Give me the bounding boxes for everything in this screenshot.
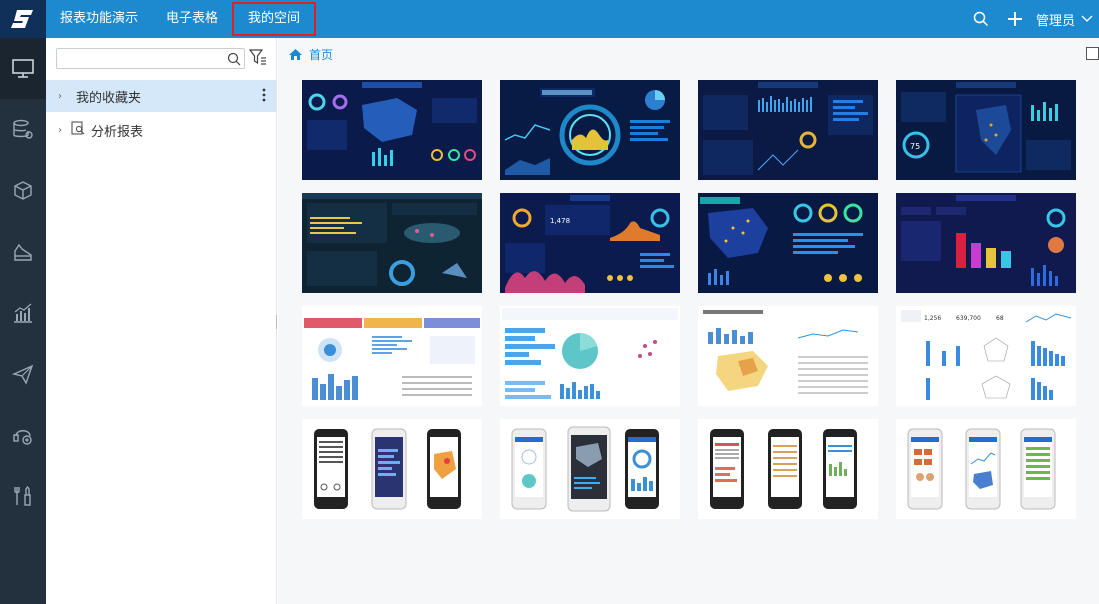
add-button[interactable] [998, 0, 1032, 38]
breadcrumb: 首页 [288, 46, 333, 63]
top-nav-bar: 报表功能演示 电子表格 我的空间 管理员 [0, 0, 1099, 38]
tree-item-favorites[interactable]: › 我的收藏夹 [46, 80, 276, 112]
sidebar-item-directory[interactable] [0, 38, 46, 99]
fullscreen-toggle[interactable] [1086, 47, 1099, 60]
mobile-preview-thumbnail[interactable] [500, 419, 680, 519]
directory-panel: › 我的收藏夹 › 分析报表 [46, 38, 277, 604]
tools-icon [14, 485, 31, 506]
user-name: 管理员 [1035, 13, 1075, 29]
search-button[interactable] [964, 0, 998, 38]
mobile-preview-thumbnail[interactable] [896, 419, 1076, 519]
desktop-icon [12, 58, 34, 78]
mobile-preview-thumbnail[interactable] [302, 419, 482, 519]
nav-report-demo[interactable]: 报表功能演示 [46, 0, 152, 38]
top-right-tools: 管理员 [964, 0, 1099, 38]
chevron-down-icon [1081, 15, 1093, 22]
more-vertical-icon[interactable] [262, 88, 266, 106]
plus-icon [1007, 12, 1022, 26]
dashboard-thumbnail[interactable] [698, 306, 878, 406]
tree-item-analysis-reports[interactable]: › 分析报表 [46, 114, 276, 146]
sidebar-item-dispatch[interactable] [0, 343, 46, 404]
dashboard-thumbnail[interactable] [302, 306, 482, 406]
sidebar-item-components[interactable] [0, 160, 46, 221]
tree-item-label: 我的收藏夹 [76, 90, 142, 106]
svg-text:75: 75 [910, 142, 920, 151]
svg-text:639,700: 639,700 [956, 315, 981, 322]
analysis-report-icon [71, 121, 85, 139]
sidebar-item-data[interactable] [0, 99, 46, 160]
home-icon[interactable] [288, 48, 303, 61]
dashboard-thumbnail[interactable] [698, 193, 878, 293]
send-icon [12, 364, 34, 385]
tree-item-label: 分析报表 [91, 124, 144, 140]
search-field[interactable] [56, 48, 245, 70]
user-support-icon [13, 429, 32, 445]
dashboard-thumbnail[interactable]: 75 [896, 80, 1076, 180]
svg-text:68: 68 [996, 315, 1004, 322]
sidebar-item-design[interactable] [0, 221, 46, 282]
dashboard-thumbnail[interactable]: 1,478 [500, 193, 680, 293]
search-input[interactable] [57, 50, 222, 70]
search-icon [973, 11, 989, 27]
chevron-right-icon[interactable]: › [58, 125, 68, 136]
main-nav: 报表功能演示 电子表格 我的空间 [46, 0, 317, 38]
ruler-icon [14, 243, 32, 261]
svg-text:1,256: 1,256 [924, 315, 941, 322]
sidebar-item-management[interactable] [0, 465, 46, 526]
user-menu[interactable]: 管理员 [1032, 10, 1099, 29]
dashboard-thumbnail[interactable]: 1,256 639,700 68 [896, 306, 1076, 406]
dashboard-thumbnail[interactable] [500, 80, 680, 180]
dashboard-thumbnail[interactable] [302, 80, 482, 180]
main-content: 首页 75 1,478 1,256 639,700 68 [278, 38, 1099, 604]
sidebar-item-users[interactable] [0, 404, 46, 465]
app-logo[interactable] [0, 0, 46, 38]
cubes-icon [14, 180, 32, 200]
chevron-right-icon[interactable]: › [58, 91, 68, 102]
dashboard-thumbnail[interactable] [302, 193, 482, 293]
bar-chart-icon [14, 303, 32, 323]
search-row [56, 48, 267, 70]
breadcrumb-home[interactable]: 首页 [309, 46, 333, 63]
nav-spreadsheet[interactable]: 电子表格 [152, 0, 232, 38]
left-icon-bar [0, 38, 46, 604]
mobile-preview-thumbnail[interactable] [698, 419, 878, 519]
filter-icon[interactable] [248, 48, 267, 69]
dashboard-thumbnail[interactable] [896, 193, 1076, 293]
logo-icon [11, 10, 33, 28]
database-settings-icon [13, 119, 33, 139]
search-small-icon[interactable] [227, 51, 241, 70]
sidebar-item-analysis[interactable] [0, 282, 46, 343]
svg-text:1,478: 1,478 [550, 217, 570, 225]
nav-my-space[interactable]: 我的空间 [232, 2, 317, 36]
dashboard-thumbnail[interactable] [698, 80, 878, 180]
dashboard-thumbnail[interactable] [500, 306, 680, 406]
